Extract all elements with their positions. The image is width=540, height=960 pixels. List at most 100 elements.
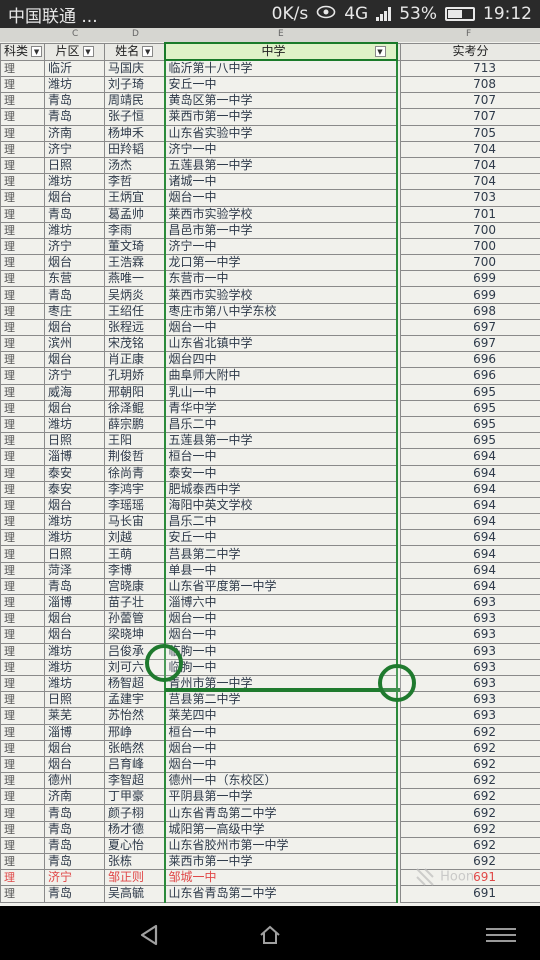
cell-school[interactable]: 昌乐二中 xyxy=(163,513,398,531)
cell-area[interactable]: 潍坊 xyxy=(44,173,105,191)
table-row[interactable]: 理潍坊 李雨 昌邑市第一中学 700 xyxy=(0,221,540,239)
table-row[interactable]: 理滨州 宋茂铭 山东省北镇中学 697 xyxy=(0,334,540,353)
cell-school[interactable]: 青华中学 xyxy=(163,399,398,417)
cell-score[interactable]: 692 xyxy=(400,820,540,838)
cell-area[interactable]: 临沂 xyxy=(44,59,105,77)
cell-area[interactable]: 青岛 xyxy=(44,836,105,855)
cell-score[interactable]: 691 xyxy=(400,885,540,903)
cell-score[interactable]: 695 xyxy=(400,399,540,417)
cell-area[interactable]: 潍坊 xyxy=(44,658,105,676)
cell-name[interactable]: 王绍任 xyxy=(104,302,165,320)
cell-type[interactable]: 理 xyxy=(0,448,45,466)
cell-school[interactable]: 莱西市实验学校 xyxy=(163,205,398,223)
cell-name[interactable]: 王萌 xyxy=(104,545,165,563)
cell-score[interactable]: 695 xyxy=(400,383,540,401)
filter-dropdown-icon[interactable]: ▼ xyxy=(142,46,154,57)
header-name[interactable]: 姓名 ▼ xyxy=(104,42,165,61)
table-row[interactable]: 理烟台 徐泽鲲 青华中学 695 xyxy=(0,399,540,417)
cell-score[interactable]: 695 xyxy=(400,432,540,450)
cell-school[interactable]: 莒县第二中学 xyxy=(163,691,398,709)
cell-area[interactable]: 淄博 xyxy=(44,723,105,741)
cell-area[interactable]: 日照 xyxy=(44,432,105,450)
cell-school[interactable]: 海阳中英文学校 xyxy=(163,496,398,515)
cell-type[interactable]: 理 xyxy=(0,674,45,693)
cell-score[interactable]: 692 xyxy=(400,836,540,855)
cell-name[interactable]: 孟建宇 xyxy=(104,691,165,709)
cell-area[interactable]: 济宁 xyxy=(44,869,105,887)
cell-school[interactable]: 龙口第一中学 xyxy=(163,254,398,272)
cell-area[interactable]: 潍坊 xyxy=(44,75,105,94)
cell-school[interactable]: 烟台一中 xyxy=(163,755,398,774)
cell-type[interactable]: 理 xyxy=(0,626,45,644)
cell-school[interactable]: 莱西市实验学校 xyxy=(163,286,398,304)
table-row[interactable]: 理烟台 孙蕾管 烟台一中 693 xyxy=(0,610,540,628)
cell-area[interactable]: 青岛 xyxy=(44,885,105,903)
cell-score[interactable]: 713 xyxy=(400,59,540,77)
cell-score[interactable]: 697 xyxy=(400,318,540,337)
cell-type[interactable]: 理 xyxy=(0,869,45,887)
cell-name[interactable]: 张程远 xyxy=(104,318,165,337)
cell-type[interactable]: 理 xyxy=(0,836,45,855)
cell-name[interactable]: 吴高毓 xyxy=(104,885,165,903)
cell-name[interactable]: 荆俊哲 xyxy=(104,448,165,466)
cell-name[interactable]: 苏怡然 xyxy=(104,707,165,725)
cell-area[interactable]: 泰安 xyxy=(44,480,105,498)
cell-name[interactable]: 苗子壮 xyxy=(104,593,165,612)
cell-type[interactable]: 理 xyxy=(0,691,45,709)
cell-school[interactable]: 临沂第十八中学 xyxy=(163,59,398,77)
cell-area[interactable]: 青岛 xyxy=(44,577,105,596)
cell-name[interactable]: 王炳宜 xyxy=(104,189,165,207)
cell-school[interactable]: 烟台四中 xyxy=(163,351,398,369)
table-row[interactable]: 理泰安 徐尚青 泰安一中 694 xyxy=(0,464,540,482)
cell-type[interactable]: 理 xyxy=(0,140,45,158)
selection-handle-start[interactable] xyxy=(145,644,183,682)
cell-score[interactable]: 694 xyxy=(400,561,540,579)
cell-score[interactable]: 699 xyxy=(400,270,540,288)
cell-area[interactable]: 青岛 xyxy=(44,205,105,223)
cell-type[interactable]: 理 xyxy=(0,108,45,126)
table-row[interactable]: 理潍坊 刘越 安丘一中 694 xyxy=(0,529,540,547)
cell-score[interactable]: 692 xyxy=(400,804,540,822)
cell-score[interactable]: 692 xyxy=(400,755,540,774)
header-area[interactable]: 片区 ▼ xyxy=(44,42,105,61)
cell-area[interactable]: 潍坊 xyxy=(44,415,105,434)
cell-type[interactable]: 理 xyxy=(0,804,45,822)
cell-school[interactable]: 昌乐二中 xyxy=(163,415,398,434)
cell-name[interactable]: 梁晓坤 xyxy=(104,626,165,644)
cell-type[interactable]: 理 xyxy=(0,480,45,498)
cell-type[interactable]: 理 xyxy=(0,529,45,547)
cell-score[interactable]: 699 xyxy=(400,286,540,304)
table-row[interactable]: 理青岛 周靖民 黄岛区第一中学 707 xyxy=(0,92,540,110)
cell-type[interactable]: 理 xyxy=(0,593,45,612)
cell-area[interactable]: 莱芜 xyxy=(44,707,105,725)
cell-area[interactable]: 济南 xyxy=(44,124,105,142)
cell-school[interactable]: 邹城一中 xyxy=(163,869,398,887)
cell-area[interactable]: 潍坊 xyxy=(44,221,105,239)
cell-name[interactable]: 宋茂铭 xyxy=(104,334,165,353)
table-row[interactable]: 理青岛 吴高毓 山东省青岛第二中学 691 xyxy=(0,885,540,903)
cell-area[interactable]: 潍坊 xyxy=(44,513,105,531)
cell-name[interactable]: 董文琦 xyxy=(104,237,165,256)
table-row[interactable]: 理东营 燕唯一 东营市一中 699 xyxy=(0,270,540,288)
cell-type[interactable]: 理 xyxy=(0,545,45,563)
table-row[interactable]: 理淄博 邢峥 桓台一中 692 xyxy=(0,723,540,741)
cell-type[interactable]: 理 xyxy=(0,254,45,272)
cell-name[interactable]: 肖正康 xyxy=(104,351,165,369)
table-row[interactable]: 理青岛 吴炳炎 莱西市实验学校 699 xyxy=(0,286,540,304)
cell-name[interactable]: 李瑶瑶 xyxy=(104,496,165,515)
filter-dropdown-icon[interactable]: ▼ xyxy=(374,46,386,57)
cell-score[interactable]: 697 xyxy=(400,334,540,353)
table-row[interactable]: 理济宁 董文琦 济宁一中 700 xyxy=(0,237,540,256)
cell-type[interactable]: 理 xyxy=(0,124,45,142)
table-row[interactable]: 理烟台 王浩霖 龙口第一中学 700 xyxy=(0,254,540,272)
table-row[interactable]: 理临沂 马国庆 临沂第十八中学 713 xyxy=(0,59,540,77)
cell-type[interactable]: 理 xyxy=(0,59,45,77)
cell-name[interactable]: 邢峥 xyxy=(104,723,165,741)
table-row[interactable]: 理泰安 李鸿宇 肥城泰西中学 694 xyxy=(0,480,540,498)
cell-score[interactable]: 694 xyxy=(400,577,540,596)
cell-name[interactable]: 李雨 xyxy=(104,221,165,239)
cell-area[interactable]: 烟台 xyxy=(44,739,105,757)
cell-school[interactable]: 城阳第一高级中学 xyxy=(163,820,398,838)
table-row[interactable]: 理淄博 苗子壮 淄博六中 693 xyxy=(0,593,540,612)
cell-area[interactable]: 潍坊 xyxy=(44,642,105,660)
